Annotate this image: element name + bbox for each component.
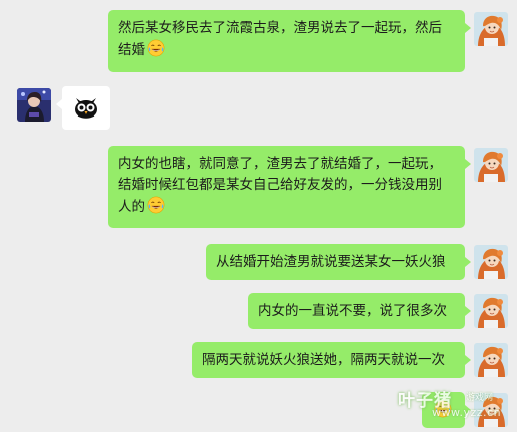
message-bubble[interactable]: 隔两天就说妖火狼送她，隔两天就说一次 <box>192 342 471 378</box>
self-avatar[interactable] <box>474 245 508 279</box>
message-bubble[interactable]: 从结婚开始渣男就说要送某女一妖火狼 <box>206 244 471 280</box>
self-avatar[interactable] <box>474 12 508 46</box>
self-avatar[interactable] <box>474 294 508 328</box>
message-text: 内女的也瞎，就同意了，渣男去了就结婚了，一起玩，结婚时候红包都是某女自己给好友发… <box>118 156 442 215</box>
message-text: 内女的一直说不要，说了很多次 <box>258 303 447 319</box>
watermark-url: www.yzz.cn <box>432 406 502 419</box>
message-bubble[interactable]: 内女的一直说不要，说了很多次 <box>248 293 471 329</box>
self-avatar[interactable] <box>474 343 508 377</box>
message-text: 从结婚开始渣男就说要送某女一妖火狼 <box>216 254 446 270</box>
laugh-cry-emoji-icon <box>147 196 165 214</box>
message-text: 然后某女移民去了流霞古泉，渣男说去了一起玩，然后结婚 <box>118 20 442 58</box>
message-bubble[interactable]: 内女的也瞎，就同意了，渣男去了就结婚了，一起玩，结婚时候红包都是某女自己给好友发… <box>108 146 471 228</box>
message-bubble[interactable]: 然后某女移民去了流霞古泉，渣男说去了一起玩，然后结婚 <box>108 10 471 72</box>
laugh-cry-emoji-icon <box>147 39 165 57</box>
watermark-sub: 游戏网 <box>466 393 494 403</box>
self-avatar[interactable] <box>474 148 508 182</box>
owl-sticker-icon <box>75 98 97 119</box>
contact-avatar[interactable] <box>17 88 51 122</box>
message-text: 隔两天就说妖火狼送她，隔两天就说一次 <box>202 352 445 368</box>
sticker-message[interactable] <box>56 86 110 130</box>
site-watermark: 叶子猪 游戏网 www.yzz.cn <box>398 386 502 426</box>
